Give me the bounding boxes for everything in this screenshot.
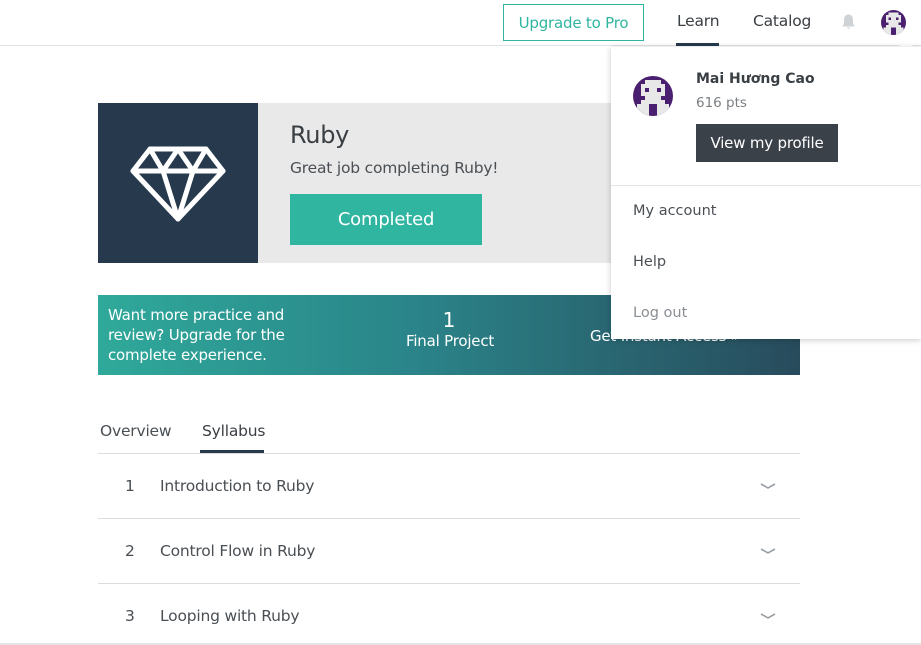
syllabus-title: Control Flow in Ruby bbox=[160, 542, 316, 560]
avatar bbox=[633, 76, 673, 116]
syllabus-number: 1 bbox=[125, 477, 135, 495]
syllabus-title: Introduction to Ruby bbox=[160, 477, 315, 495]
chevron-down-icon[interactable] bbox=[760, 481, 776, 491]
nav-learn-link[interactable]: Learn bbox=[677, 12, 720, 30]
syllabus-number: 3 bbox=[125, 607, 135, 625]
promo-text: Want more practice and review? Upgrade f… bbox=[108, 306, 285, 364]
dropdown-divider bbox=[611, 185, 921, 186]
course-icon-box bbox=[98, 103, 258, 263]
top-navbar: Upgrade to Pro Learn Catalog bbox=[0, 0, 921, 46]
avatar-icon bbox=[633, 76, 673, 116]
view-profile-button[interactable]: View my profile bbox=[696, 124, 838, 162]
tab-syllabus[interactable]: Syllabus bbox=[202, 422, 265, 440]
promo-stat-value: 1 bbox=[442, 308, 456, 332]
syllabus-title: Looping with Ruby bbox=[160, 607, 300, 625]
user-avatar-button[interactable] bbox=[881, 10, 906, 35]
menu-item-log-out[interactable]: Log out bbox=[633, 305, 687, 321]
bell-icon[interactable] bbox=[840, 13, 857, 31]
course-title: Ruby bbox=[290, 121, 350, 149]
syllabus-row[interactable]: 3 Looping with Ruby bbox=[98, 584, 800, 645]
user-dropdown-menu: Mai Hương Cao 616 pts View my profile My… bbox=[611, 47, 921, 339]
diamond-icon bbox=[130, 146, 226, 222]
chevron-down-icon[interactable] bbox=[760, 611, 776, 621]
upgrade-to-pro-button[interactable]: Upgrade to Pro bbox=[503, 4, 644, 41]
syllabus-number: 2 bbox=[125, 542, 135, 560]
tab-overview[interactable]: Overview bbox=[100, 422, 172, 440]
user-points: 616 pts bbox=[696, 95, 747, 111]
avatar-icon bbox=[881, 10, 906, 35]
nav-catalog-link[interactable]: Catalog bbox=[753, 12, 811, 30]
promo-stat-label: Final Project bbox=[406, 332, 495, 350]
chevron-down-icon[interactable] bbox=[760, 546, 776, 556]
user-name: Mai Hương Cao bbox=[696, 71, 815, 87]
syllabus-row[interactable]: 2 Control Flow in Ruby bbox=[98, 519, 800, 584]
completed-button[interactable]: Completed bbox=[290, 194, 482, 245]
syllabus-row[interactable]: 1 Introduction to Ruby bbox=[98, 454, 800, 519]
menu-item-my-account[interactable]: My account bbox=[633, 203, 716, 219]
nav-learn-active-indicator bbox=[676, 43, 719, 46]
course-subtitle: Great job completing Ruby! bbox=[290, 159, 499, 177]
menu-item-help[interactable]: Help bbox=[633, 254, 666, 270]
